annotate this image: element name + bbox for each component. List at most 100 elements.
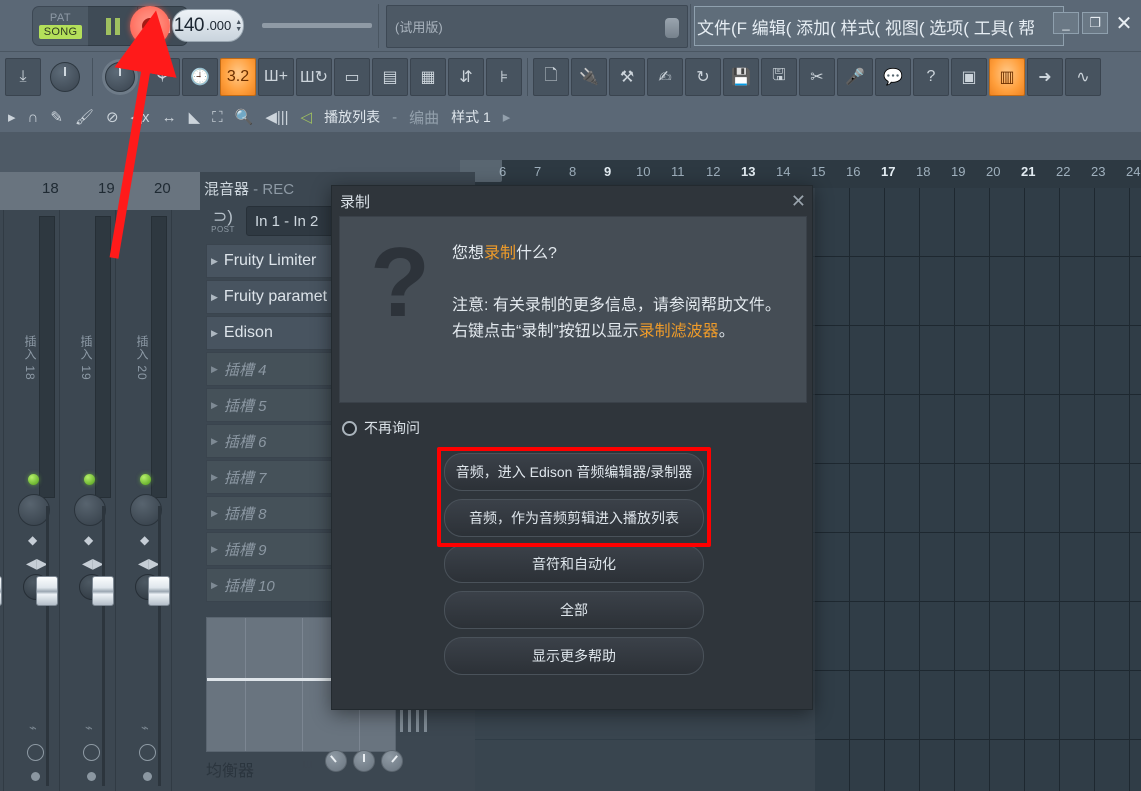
eq-high-knob[interactable] [381, 750, 403, 772]
record-dialog[interactable]: 录制 ✕ ? 您想录制什么? 注意: 有关录制的更多信息，请参阅帮助文件。 右键… [331, 185, 813, 710]
playlist-icon[interactable]: ⊧ [486, 58, 522, 96]
minimize-button[interactable]: _ [1053, 12, 1079, 34]
chevron-right-icon[interactable]: ▶ [211, 436, 218, 447]
channel-enable-led[interactable] [84, 474, 95, 485]
countdown-bars-icon[interactable]: 3.2 [220, 58, 256, 96]
mixer-strip[interactable]: ◆◀▶⌁ [0, 210, 4, 791]
playlist-grid[interactable] [815, 188, 1141, 791]
lamp-icon[interactable]: ⌁ [141, 720, 149, 736]
magnet-snap-icon[interactable]: ∩ [28, 109, 39, 126]
master-pitch-slider[interactable] [262, 23, 372, 28]
lamp-icon[interactable]: ⌁ [85, 720, 93, 736]
channel-rack-icon[interactable]: ▦ [410, 58, 446, 96]
typing-keyboard-icon[interactable]: ▭ [334, 58, 370, 96]
eq-keyboard-icon[interactable]: Ш [303, 760, 312, 771]
volume-fader[interactable] [148, 576, 170, 606]
dialog-option-button[interactable]: 显示更多帮助 [444, 637, 704, 675]
fader-track[interactable] [158, 506, 161, 786]
dot-icon[interactable] [87, 772, 96, 781]
speaker-icon[interactable]: ◁ [301, 108, 313, 126]
wait-for-input-icon[interactable]: 🕘 [182, 58, 218, 96]
channel-enable-led[interactable] [140, 474, 151, 485]
save-icon[interactable]: 💾 [723, 58, 759, 96]
main-menubar[interactable]: 文件(F 编辑( 添加( 样式( 视图( 选项( 工具( 帮 [694, 6, 1064, 46]
next-arrow-icon[interactable]: ➜ [1027, 58, 1063, 96]
stereo-separation-icon[interactable]: ◆ [28, 534, 37, 546]
waveform-icon[interactable]: ∿ [1065, 58, 1101, 96]
help-icon[interactable]: ? [913, 58, 949, 96]
undo-icon[interactable]: ↻ [685, 58, 721, 96]
chevron-right-icon[interactable]: ▶ [211, 580, 218, 591]
volume-fader[interactable] [36, 576, 58, 606]
pan-icon[interactable]: ◀▶ [26, 556, 48, 570]
prev-arrow-icon[interactable]: ▸ [8, 108, 16, 126]
chevron-right-icon[interactable]: ▶ [211, 292, 218, 303]
mixer-channel-number[interactable]: 20 [154, 180, 171, 197]
pattern-song-toggle[interactable]: PAT SONG [32, 6, 88, 46]
dialog-option-button[interactable]: 音频，作为音频剪辑进入播放列表 [444, 499, 704, 537]
mixer-channel-number[interactable]: 18 [42, 180, 59, 197]
save-as-icon[interactable]: 🖫 [761, 58, 797, 96]
step-sequencer-icon[interactable]: ▤ [372, 58, 408, 96]
step-edit-icon[interactable]: Ш+ [258, 58, 294, 96]
close-button[interactable]: ✕ [1111, 12, 1137, 35]
browser-icon[interactable]: ⚒ [609, 58, 645, 96]
fader-track[interactable] [46, 506, 49, 786]
record-button[interactable] [130, 6, 170, 46]
dialog-option-button[interactable]: 全部 [444, 591, 704, 629]
maximize-button[interactable]: ❐ [1082, 12, 1108, 34]
channel-enable-led[interactable] [28, 474, 39, 485]
dialog-close-icon[interactable]: ✕ [791, 191, 806, 212]
piano-roll-icon[interactable]: ▥ [989, 58, 1025, 96]
plugin-picker-icon[interactable]: 🔌 [571, 58, 607, 96]
paint-tool-icon[interactable]: 🖌 [75, 108, 94, 126]
pan-icon[interactable]: ◀▶ [82, 556, 104, 570]
menubar-items[interactable]: 文件(F 编辑( 添加( 样式( 视图( 选项( 工具( 帮 [697, 14, 1035, 39]
mixer-strip[interactable]: 插入 20 ◆ ◀▶ ⌁ [124, 210, 172, 791]
cut-icon[interactable]: ✂ [799, 58, 835, 96]
mixer-strip[interactable]: 插入 18 ◆ ◀▶ ⌁ [12, 210, 60, 791]
eq-low-knob[interactable] [325, 750, 347, 772]
window-layout-icon[interactable]: ▣ [951, 58, 987, 96]
mixer-strip[interactable]: 插入 19 ◆ ◀▶ ⌁ [68, 210, 116, 791]
mixer-channel-number[interactable]: 19 [98, 180, 115, 197]
dot-icon[interactable] [31, 772, 40, 781]
master-volume-knob[interactable] [43, 58, 87, 96]
chevron-right-icon[interactable]: ▶ [211, 472, 218, 483]
pattern-selector-label[interactable]: 样式 1 [451, 107, 491, 127]
chevron-right-icon[interactable]: ▶ [211, 544, 218, 555]
dialog-option-button[interactable]: 音频，进入 Edison 音频编辑器/录制器 [444, 453, 704, 491]
slip-tool-icon[interactable]: ◀x [131, 108, 150, 126]
volume-fader[interactable] [92, 576, 114, 606]
chevron-right-icon[interactable]: ▸ [503, 108, 511, 126]
metronome-icon[interactable]: ⚘ [144, 58, 180, 96]
zoom-tool-icon[interactable]: 🔍 [235, 108, 254, 126]
fader-track[interactable] [102, 506, 105, 786]
slide-tool-icon[interactable]: ↔ [162, 109, 177, 126]
microphone-icon[interactable]: 🎤 [837, 58, 873, 96]
post-fader-button[interactable]: ⊃) POST [206, 208, 240, 234]
chevron-right-icon[interactable]: ▶ [211, 256, 218, 267]
mixer-icon[interactable]: ⇵ [448, 58, 484, 96]
slice-tool-icon[interactable]: ◣ [189, 108, 201, 126]
eq-mid-knob[interactable] [353, 750, 375, 772]
loop-record-icon[interactable]: Ш↻ [296, 58, 332, 96]
chevron-right-icon[interactable]: ▶ [211, 364, 218, 375]
chevron-right-icon[interactable]: ▶ [211, 508, 218, 519]
hint-volume-knob[interactable] [665, 18, 679, 38]
chat-icon[interactable]: 💬 [875, 58, 911, 96]
playlist-ruler[interactable]: 6 7 8 9 10 11 12 13 14 15 16 17 18 19 20 21 22 23 24 [460, 160, 1141, 188]
clock-icon[interactable] [27, 744, 44, 761]
tempo-spinner-icon[interactable]: ▲ ▼ [235, 19, 242, 33]
stereo-separation-icon[interactable]: ◆ [84, 534, 93, 546]
master-pitch-knob[interactable] [98, 58, 142, 96]
pan-icon[interactable]: ◀▶ [138, 556, 160, 570]
dot-icon[interactable] [143, 772, 152, 781]
save-download-icon[interactable]: ⤓ [5, 58, 41, 96]
dont-ask-again-row[interactable]: 不再询问 [342, 418, 420, 438]
playback-tool-icon[interactable]: ◀||| [265, 108, 288, 126]
clock-icon[interactable] [139, 744, 156, 761]
chevron-right-icon[interactable]: ▶ [211, 400, 218, 411]
tempo-field[interactable]: 140 .000 ▲ ▼ [172, 9, 244, 42]
chevron-right-icon[interactable]: ▶ [211, 328, 218, 339]
